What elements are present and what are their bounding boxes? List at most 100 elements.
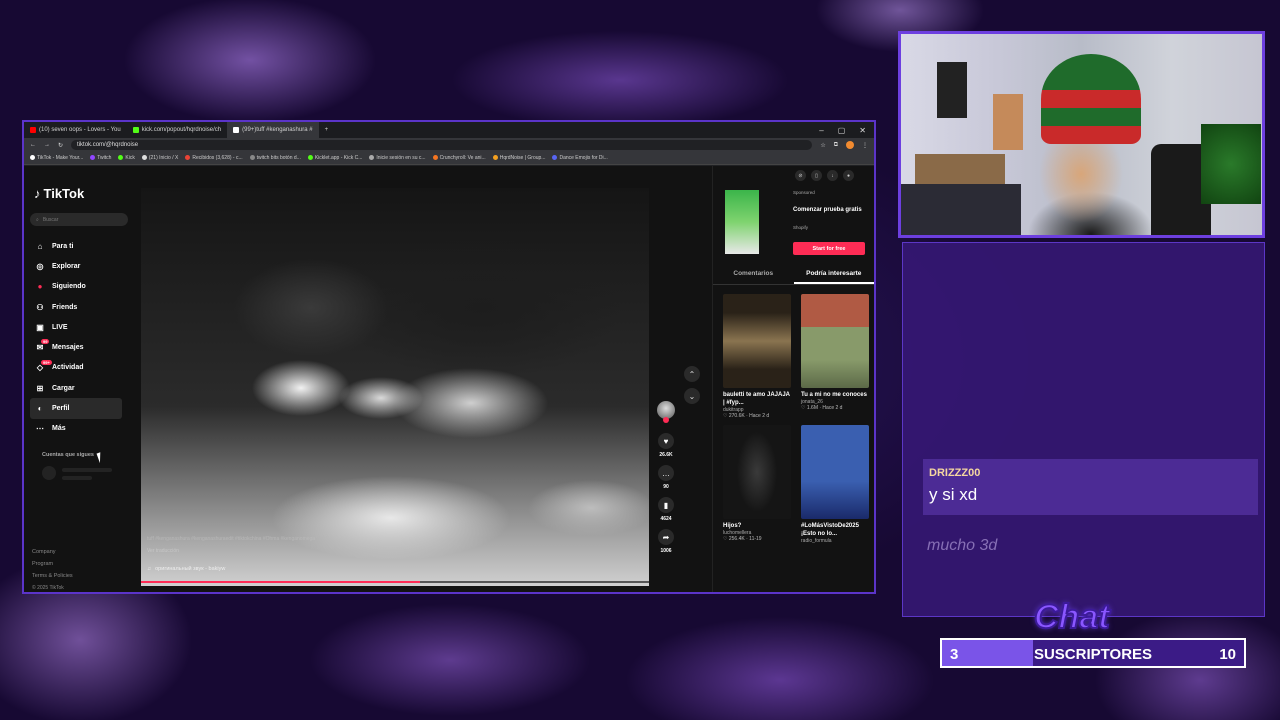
- recommendation-card[interactable]: Tu a mi no me conoces jonata_26 ♡ 1.6M ·…: [801, 294, 869, 419]
- bookmark-item[interactable]: Kick: [118, 155, 135, 161]
- tab-label: (99+)tuff #kenganashura #: [242, 127, 313, 133]
- video-player[interactable]: tuff #kenganashura #kenganashuraedit #ti…: [141, 188, 649, 586]
- nav-item-para-ti[interactable]: ⌂ Para ti: [30, 236, 122, 256]
- tab-comentarios[interactable]: Comentarios: [713, 270, 794, 284]
- bookmark-icon: ▮: [658, 497, 674, 513]
- bookmark-item[interactable]: HqrdNoise | Group...: [492, 155, 545, 161]
- see-translation-link[interactable]: Ver traducción: [147, 548, 179, 554]
- loading-line: [62, 476, 92, 480]
- activity-badge: 99+: [41, 359, 52, 365]
- sidebar-footer: Company Program Terms & Policies © 2025 …: [32, 546, 73, 592]
- creator-avatar[interactable]: [657, 401, 675, 423]
- player-controls: ⊘ ▯ ↓ ●: [795, 170, 854, 181]
- star-icon[interactable]: ☆: [820, 142, 825, 149]
- christmas-tree: [1201, 124, 1261, 204]
- bookmark-item[interactable]: Dance Emojis for Di...: [552, 155, 608, 161]
- tab-youtube[interactable]: (10) seven oops - Lovers - You: [24, 122, 127, 138]
- user-avatar[interactable]: ●: [843, 170, 854, 181]
- footer-link[interactable]: Terms & Policies: [32, 570, 73, 582]
- kick-icon: [132, 127, 139, 133]
- tiktok-logo[interactable]: ♪ TikTok: [34, 186, 84, 201]
- copyright: © 2025 TikTok: [32, 585, 64, 591]
- chat-message: DRIZZZ00 y si xd: [923, 459, 1258, 515]
- new-tab-button[interactable]: +: [319, 122, 335, 138]
- nav-item-explorar[interactable]: ◎ Explorar: [30, 256, 122, 276]
- address-bar: ← → ↻ tiktok.com/@hqrdnoise ☆ ⧉ ⋮: [24, 138, 874, 152]
- comment-action[interactable]: … 90: [656, 465, 676, 490]
- subscriber-goal-bar: 3 SUSCRIPTORES 10: [940, 638, 1246, 668]
- video-progress-bar[interactable]: [141, 581, 649, 583]
- nav-item-actividad[interactable]: ◇ 99+ Actividad: [30, 358, 122, 378]
- home-icon: ⌂: [37, 241, 43, 251]
- like-action[interactable]: ♥ 26.6K: [656, 433, 676, 458]
- video-actions: ♥ 26.6K … 90 ▮ 4624 ➦ 1006: [656, 401, 676, 561]
- device-icon[interactable]: ▯: [811, 170, 822, 181]
- nav-item-perfil[interactable]: ◐ Perfil: [30, 398, 122, 419]
- ad-cta-button[interactable]: Start for free: [793, 242, 865, 255]
- chevron-down-icon[interactable]: ⌄: [684, 388, 700, 404]
- tiktok-logo-text: TikTok: [43, 186, 85, 201]
- nav-item-friends[interactable]: ⚇ Friends: [30, 297, 122, 317]
- autoscroll-icon[interactable]: ⊘: [795, 170, 806, 181]
- sound-label[interactable]: ♫ оригинальный звук - bakiyw: [147, 566, 225, 572]
- nav-item-live[interactable]: ▣ LIVE: [30, 317, 122, 337]
- bookmark-item[interactable]: Twitch: [90, 155, 111, 161]
- forward-icon[interactable]: →: [44, 142, 50, 148]
- bookmark-item[interactable]: Kicklet.app - Kick C...: [307, 155, 362, 161]
- card-meta: ♡ 1.6M · Hace 2 d: [801, 405, 843, 411]
- url-input[interactable]: tiktok.com/@hqrdnoise: [71, 140, 813, 150]
- tab-tiktok[interactable]: (99+)tuff #kenganashura #: [227, 122, 319, 138]
- bookmark-item[interactable]: Recibidos (3,628) - c...: [185, 155, 243, 161]
- maximize-icon[interactable]: ▢: [838, 126, 846, 135]
- messages-badge: 99: [41, 339, 50, 345]
- profile-avatar[interactable]: [846, 141, 854, 149]
- recommendation-card[interactable]: Hijos? luchomellera ♡ 256.4K · 11-19: [723, 425, 791, 544]
- search-input[interactable]: ⌕ Buscar: [30, 213, 128, 226]
- live-icon: ▣: [36, 322, 44, 332]
- minimize-icon[interactable]: –: [819, 126, 823, 135]
- tab-kick[interactable]: kick.com/popout/hqrdnoise/ch: [127, 122, 227, 138]
- bookmark-action[interactable]: ▮ 4624: [656, 497, 676, 522]
- wall-poster: [937, 62, 967, 118]
- extensions-icon[interactable]: ⧉: [834, 142, 838, 149]
- close-icon[interactable]: ✕: [859, 126, 866, 135]
- messages-icon: ✉: [36, 343, 44, 353]
- chat-title: Chat: [1033, 597, 1111, 637]
- bookmark-item[interactable]: TikTok - Make Your...: [30, 155, 83, 161]
- recommendation-card[interactable]: bauletti te amo JAJAJA | #fyp... dukitra…: [723, 294, 791, 419]
- download-icon[interactable]: ↓: [827, 170, 838, 181]
- webcam-feed: [898, 31, 1265, 238]
- bookmark-item[interactable]: twitch bits botón d...: [249, 155, 301, 161]
- like-count: 26.6K: [659, 452, 673, 458]
- bookmark-item[interactable]: (21) Inicio / X: [141, 155, 178, 161]
- back-icon[interactable]: ←: [30, 142, 36, 148]
- reload-icon[interactable]: ↻: [58, 142, 63, 149]
- sponsored-ad[interactable]: Sponsored Comenzar prueba gratis Shopify…: [725, 190, 865, 258]
- nav-item-siguiendo[interactable]: ● Siguiendo: [30, 277, 122, 297]
- nav-item-mensajes[interactable]: ✉ 99 Mensajes: [30, 337, 122, 357]
- nav-item-cargar[interactable]: ⊞ Cargar: [30, 378, 122, 398]
- bookmark-item[interactable]: Inicie sesión en su c...: [369, 155, 426, 161]
- share-action[interactable]: ➦ 1006: [656, 529, 676, 554]
- recommendation-card[interactable]: #LoMásVistoDe2025 ¡Esto no lo... radio_f…: [801, 425, 869, 544]
- share-icon: ➦: [658, 529, 674, 545]
- chat-text: y si xd: [929, 485, 978, 504]
- right-panel: ⊘ ▯ ↓ ● Sponsored Comenzar prueba gratis…: [712, 166, 874, 592]
- tab-podria-interesarte[interactable]: Podría interesarte: [793, 270, 874, 284]
- menu-icon[interactable]: ⋮: [862, 142, 868, 149]
- video-progress-fill: [141, 581, 421, 583]
- video-thumbnail: [723, 294, 791, 388]
- subs-goal: 10: [1219, 646, 1236, 663]
- comment-count: 90: [663, 484, 669, 490]
- bookmark-item[interactable]: Crunchyroll: Ve ani...: [432, 155, 486, 161]
- upload-icon: ⊞: [36, 383, 44, 393]
- nav-item-mas[interactable]: ⋯ Más: [30, 419, 122, 439]
- video-caption: tuff #kenganashura #kenganashuraedit #ti…: [147, 536, 316, 542]
- card-user: radio_formula: [801, 538, 832, 544]
- footer-link[interactable]: Company: [32, 546, 73, 558]
- bookmark-count: 4624: [660, 516, 672, 522]
- ad-thumbnail: [725, 190, 759, 254]
- friends-icon: ⚇: [36, 302, 44, 312]
- footer-link[interactable]: Program: [32, 558, 73, 570]
- chevron-up-icon[interactable]: ⌃: [684, 366, 700, 382]
